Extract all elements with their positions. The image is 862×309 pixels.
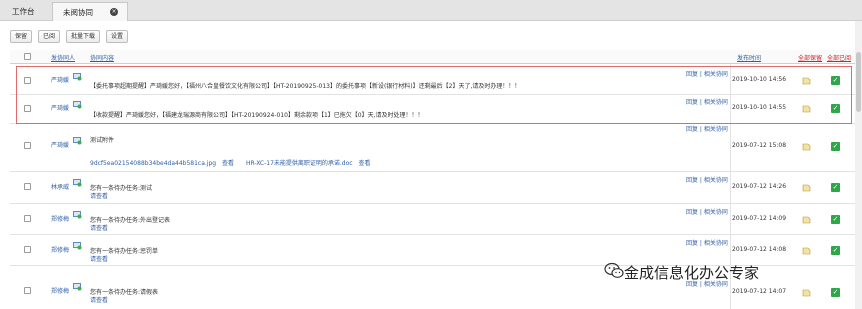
read-all-link[interactable]: 全部已阅: [827, 53, 851, 62]
tab-bar: 工作台 未阅协同 ×: [0, 0, 862, 21]
tab-unread-collab[interactable]: 未阅协同 ×: [52, 2, 128, 21]
table-header: 发协同人 协同内容 发布时间 全部保留 全部已阅: [10, 50, 855, 64]
sender-name[interactable]: 郑修梅: [51, 214, 69, 223]
sender-name[interactable]: 林承威: [51, 182, 69, 191]
sender-name[interactable]: 郑修梅: [51, 286, 69, 295]
mark-read-check-icon[interactable]: ✓: [831, 288, 840, 297]
settings-button[interactable]: 设置: [106, 30, 128, 43]
col-content[interactable]: 协同内容: [90, 53, 114, 62]
mark-read-button[interactable]: 已阅: [38, 30, 60, 43]
mark-read-check-icon[interactable]: ✓: [831, 142, 840, 151]
table-row[interactable]: 林承威 您有一条待办任务:测试 请查看 回复 | 相关协同 2019-07-12…: [10, 172, 855, 204]
select-all-checkbox[interactable]: [24, 53, 31, 60]
keep-tag-icon[interactable]: [802, 216, 811, 224]
close-icon[interactable]: ×: [110, 8, 118, 16]
row-time: 2019-07-12 14:09: [732, 215, 787, 222]
row-checkbox[interactable]: [24, 215, 31, 222]
keep-tag-icon[interactable]: [802, 143, 811, 151]
table-row[interactable]: 严琦媛 测试附件 9dcf5ea02154088b34be4da44b581ca…: [10, 124, 855, 172]
message-status-icon: [73, 137, 82, 145]
keep-tag-icon[interactable]: [802, 289, 811, 297]
message-status-icon: [73, 242, 82, 250]
batch-download-button[interactable]: 批量下载: [66, 30, 100, 43]
row-content[interactable]: 测试附件: [90, 135, 114, 144]
tab-unread-collab-label: 未阅协同: [63, 8, 93, 17]
message-status-icon: [73, 283, 82, 291]
row-checkbox[interactable]: [24, 183, 31, 190]
attachment-link[interactable]: HR-XC-17未能提供离职证明的承诺.doc: [246, 160, 353, 167]
attachment-link[interactable]: 9dcf5ea02154088b34be4da44b581ca.jpg: [90, 160, 216, 167]
row-time: 2019-07-12 14:07: [732, 288, 787, 295]
row-time: 2019-07-12 14:26: [732, 183, 787, 190]
highlight-box: [16, 66, 852, 124]
mark-read-check-icon[interactable]: ✓: [831, 246, 840, 255]
message-status-icon: [73, 179, 82, 187]
keep-button[interactable]: 保留: [10, 30, 32, 43]
keep-tag-icon[interactable]: [802, 184, 811, 192]
keep-tag-icon[interactable]: [802, 247, 811, 255]
keep-all-link[interactable]: 全部保留: [798, 53, 822, 62]
row-time: 2019-07-12 15:08: [732, 142, 787, 149]
col-time[interactable]: 发布时间: [737, 53, 761, 62]
row-checkbox[interactable]: [24, 142, 31, 149]
view-link[interactable]: 请查看: [90, 254, 108, 263]
mark-read-check-icon[interactable]: ✓: [831, 215, 840, 224]
tab-workbench[interactable]: 工作台: [2, 2, 46, 21]
reply-related-links[interactable]: 回复 | 相关协同: [686, 207, 728, 216]
view-attachment-link[interactable]: 查看: [222, 160, 234, 167]
row-checkbox[interactable]: [24, 287, 31, 294]
attachment-list: 9dcf5ea02154088b34be4da44b581ca.jpg 查看 H…: [90, 158, 371, 167]
reply-related-links[interactable]: 回复 | 相关协同: [686, 124, 728, 133]
sender-name[interactable]: 严琦媛: [51, 140, 69, 149]
view-link[interactable]: 请查看: [90, 295, 108, 304]
table-row[interactable]: 郑修梅 您有一条待办任务:外出登记表 请查看 回复 | 相关协同 2019-07…: [10, 204, 855, 235]
col-sender[interactable]: 发协同人: [51, 53, 75, 62]
reply-related-links[interactable]: 回复 | 相关协同: [686, 175, 728, 184]
view-link[interactable]: 请查看: [90, 191, 108, 200]
message-status-icon: [73, 211, 82, 219]
row-checkbox[interactable]: [24, 246, 31, 253]
view-attachment-link[interactable]: 查看: [359, 160, 371, 167]
row-time: 2019-07-12 14:08: [732, 246, 787, 253]
sender-name[interactable]: 郑修梅: [51, 245, 69, 254]
reply-related-links[interactable]: 回复 | 相关协同: [686, 238, 728, 247]
view-link[interactable]: 请查看: [90, 223, 108, 232]
mark-read-check-icon[interactable]: ✓: [831, 183, 840, 192]
wechat-logo-icon: [604, 262, 624, 278]
scrollbar-thumb[interactable]: [856, 52, 861, 112]
watermark-text: 金成信息化办公专家: [624, 264, 760, 282]
